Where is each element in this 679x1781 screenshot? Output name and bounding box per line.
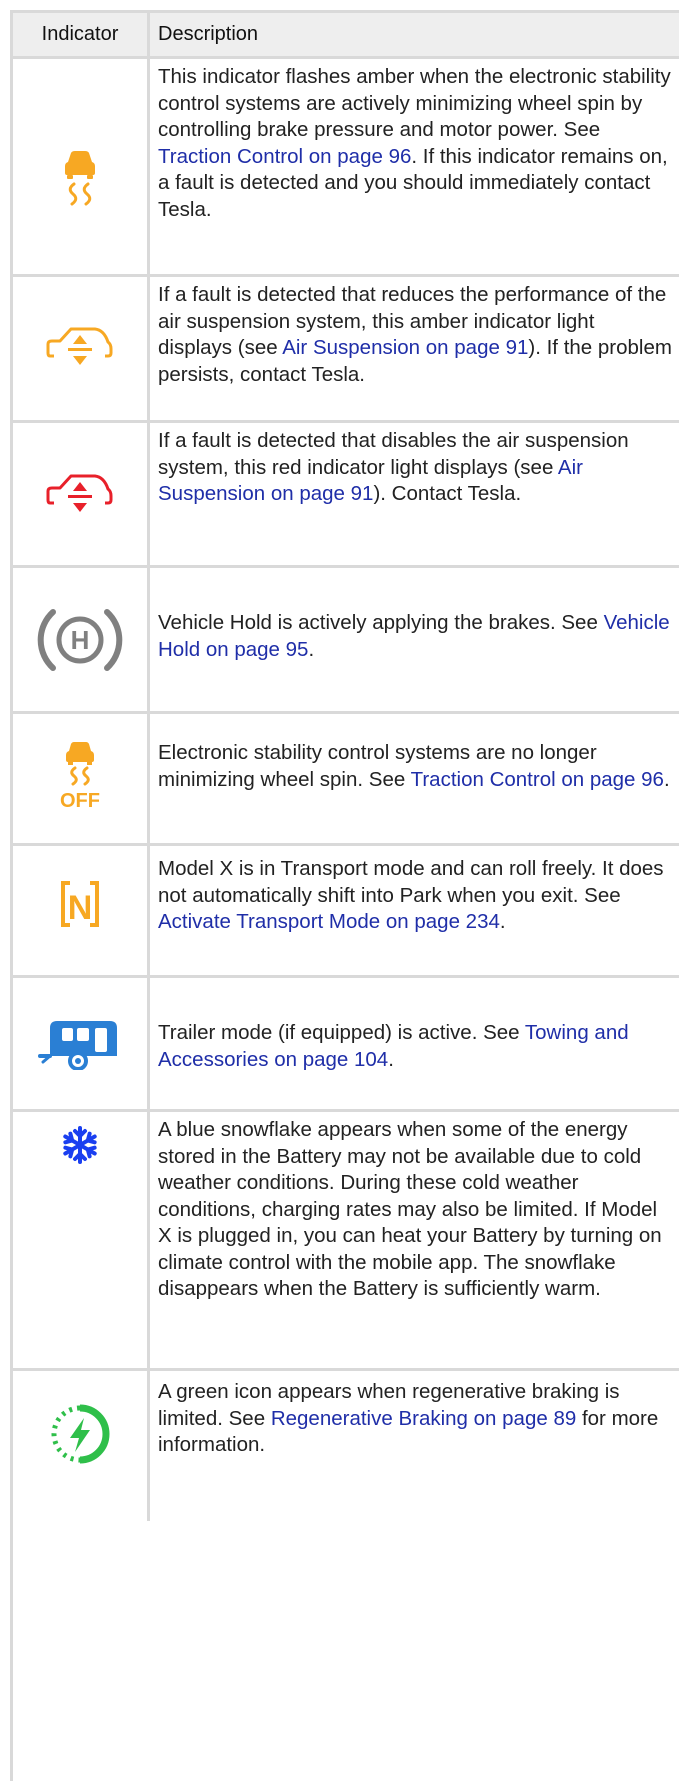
indicator-cell: OFF	[13, 714, 150, 843]
table-row: A green icon appears when regenerative b…	[13, 1371, 679, 1521]
traction-control-link[interactable]: Traction Control on page 96	[411, 768, 664, 791]
description-column-header: Description	[158, 23, 259, 45]
indicator-cell	[13, 59, 150, 274]
description-cell: If a fault is detected that reduces the …	[158, 283, 672, 386]
description-cell: A blue snowflake appears when some of th…	[158, 1118, 662, 1300]
regen-braking-limited-icon	[51, 1404, 110, 1464]
snowflake-icon	[63, 1126, 97, 1164]
vehicle-hold-icon: H	[37, 609, 123, 671]
svg-text:OFF: OFF	[60, 790, 100, 810]
table-row: N Model X is in Transport mode and can r…	[13, 846, 679, 978]
transport-mode-icon: N	[61, 881, 99, 927]
transport-mode-link[interactable]: Activate Transport Mode on page 234	[158, 910, 500, 933]
indicator-cell	[13, 978, 150, 1109]
table-row: OFF Electronic stability control systems…	[13, 714, 679, 846]
description-cell: This indicator flashes amber when the el…	[158, 65, 671, 221]
table-row: If a fault is detected that reduces the …	[13, 277, 679, 423]
description-cell: Trailer mode (if equipped) is active. Se…	[158, 1021, 629, 1071]
description-cell: If a fault is detected that disables the…	[158, 429, 629, 505]
description-cell: A green icon appears when regenerative b…	[158, 1380, 659, 1456]
table-row: A blue snowflake appears when some of th…	[13, 1112, 679, 1371]
air-suspension-fault-icon	[46, 327, 113, 365]
svg-text:N: N	[68, 889, 93, 927]
table-header: Indicator Description	[13, 13, 679, 59]
indicator-cell	[13, 277, 150, 420]
indicator-cell	[13, 1371, 150, 1521]
traction-control-link[interactable]: Traction Control on page 96	[158, 145, 411, 168]
indicator-column-header: Indicator	[13, 13, 150, 56]
traction-control-off-icon: OFF	[60, 742, 100, 810]
table-row: If a fault is detected that disables the…	[13, 423, 679, 568]
table-row: This indicator flashes amber when the el…	[13, 59, 679, 277]
description-cell: Vehicle Hold is actively applying the br…	[158, 611, 670, 661]
table-row: H Vehicle Hold is actively applying the …	[13, 568, 679, 714]
table-row: Trailer mode (if equipped) is active. Se…	[13, 978, 679, 1112]
indicator-cell: H	[13, 568, 150, 711]
regenerative-braking-link[interactable]: Regenerative Braking on page 89	[271, 1407, 576, 1430]
indicator-cell	[13, 1112, 150, 1368]
air-suspension-link[interactable]: Air Suspension on page 91	[282, 336, 528, 359]
svg-text:H: H	[71, 625, 90, 655]
indicator-cell: N	[13, 846, 150, 975]
trailer-icon	[38, 1021, 117, 1070]
air-suspension-disabled-icon	[46, 474, 113, 512]
indicator-cell	[13, 423, 150, 565]
description-cell: Electronic stability control systems are…	[158, 741, 670, 791]
indicator-table: Indicator Description This indicator fla…	[10, 10, 679, 1781]
traction-control-icon	[65, 151, 95, 206]
description-cell: Model X is in Transport mode and can rol…	[158, 857, 664, 933]
